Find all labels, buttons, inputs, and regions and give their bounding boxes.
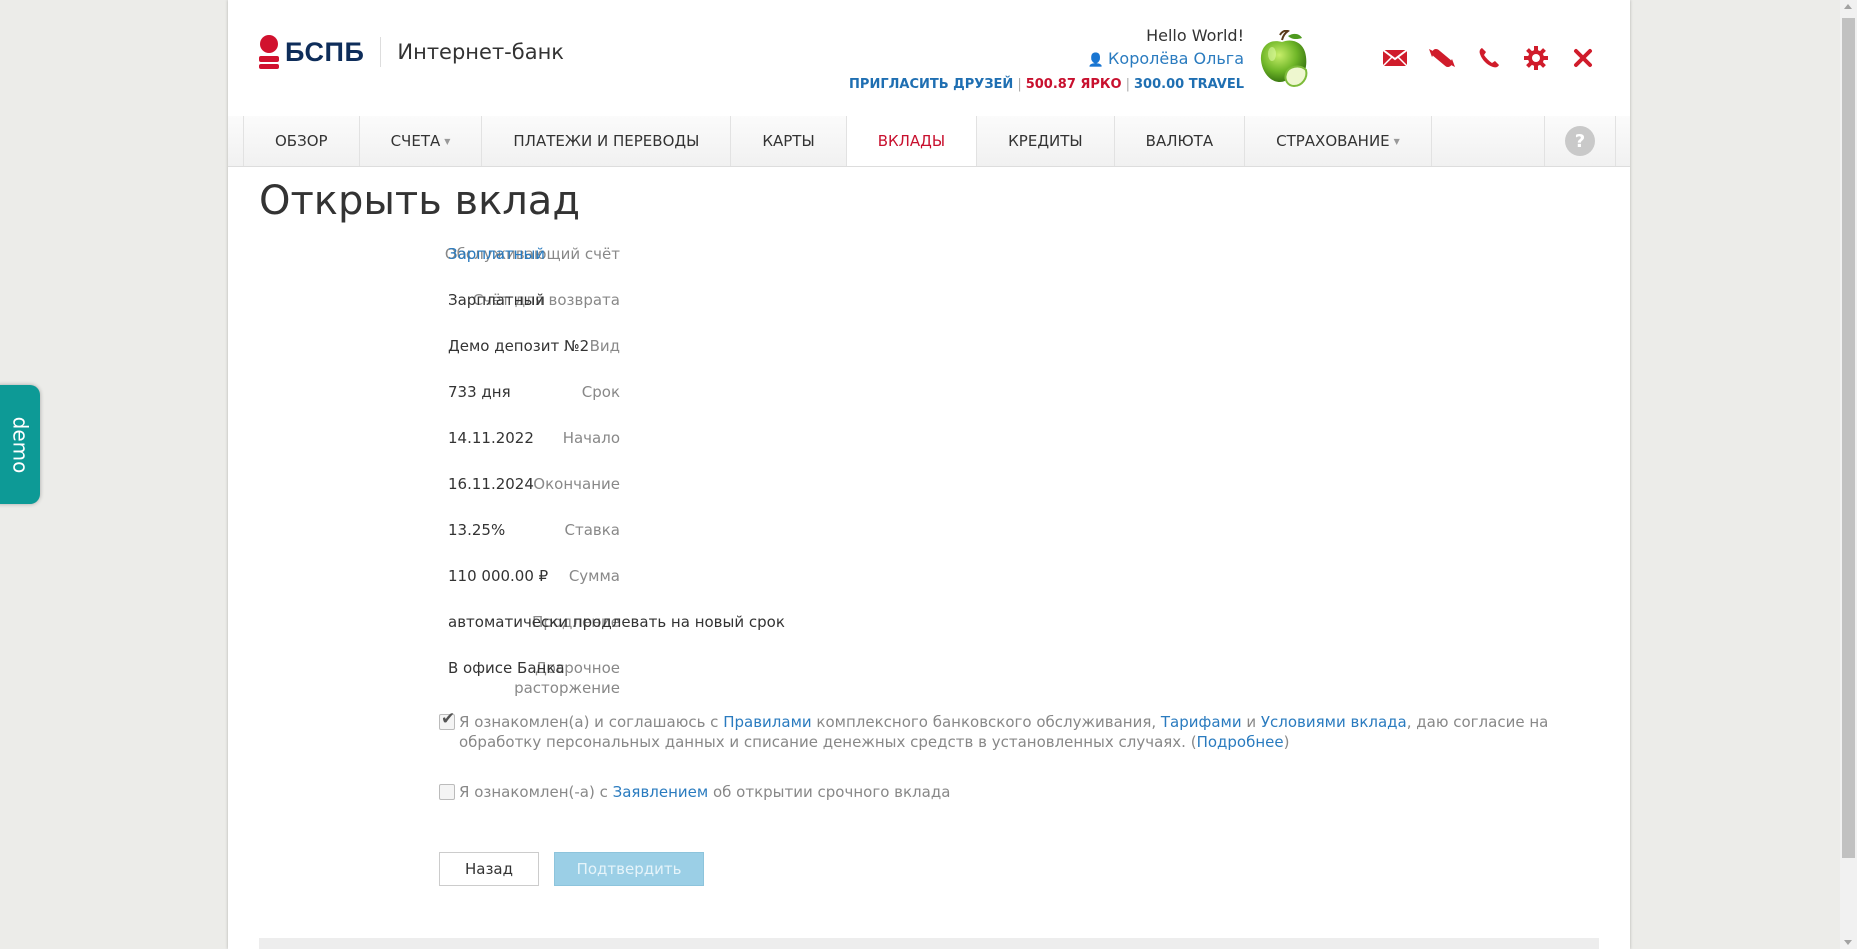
nav-item-credits[interactable]: КРЕДИТЫ (976, 116, 1114, 166)
divider: | (1017, 77, 1022, 92)
tariffs-link[interactable]: Тарифами (1161, 713, 1242, 731)
scroll-up-icon[interactable] (1844, 4, 1852, 9)
back-button[interactable]: Назад (439, 852, 539, 886)
rules-link[interactable]: Правилами (723, 713, 811, 731)
logo-subtitle: Интернет-банк (397, 40, 564, 64)
demo-tab-label: demo (8, 416, 32, 473)
nav-item-deposits[interactable]: ВКЛАДЫ (845, 116, 977, 166)
user-name: Королёва Ольга (1108, 49, 1244, 68)
demo-tab[interactable]: demo (0, 385, 40, 504)
phone-icon[interactable] (1474, 43, 1504, 73)
nav-item-cards[interactable]: КАРТЫ (730, 116, 845, 166)
field-value: 110 000.00 ₽ (448, 567, 549, 585)
more-link[interactable]: Подробнее (1197, 733, 1284, 751)
agreement-application-text: Я ознакомлен(-а) с Заявлением об открыти… (459, 783, 951, 801)
agreement-application: Я ознакомлен(-а) с Заявлением об открыти… (439, 782, 1609, 802)
divider: | (1125, 77, 1131, 92)
user-name-link[interactable]: 👤 Королёва Ольга (844, 47, 1244, 73)
logo-mark-icon (259, 34, 279, 70)
candy-icon[interactable] (1427, 43, 1457, 73)
help-icon[interactable]: ? (1565, 126, 1595, 156)
help-container: ? (1544, 116, 1616, 166)
field-value: 13.25% (448, 521, 506, 539)
user-block: Hello World! 👤 Королёва Ольга ПРИГЛАСИТЬ … (844, 25, 1244, 96)
agreement-application-checkbox[interactable] (439, 784, 455, 800)
application-link[interactable]: Заявлением (613, 783, 709, 801)
agreement-rules-text: Я ознакомлен(а) и соглашаюсь с Правилами… (459, 713, 1549, 751)
page-container: БСПБ Интернет-банк Hello World! 👤 Королёв… (228, 0, 1630, 949)
settings-gear-icon[interactable] (1521, 43, 1551, 73)
greeting: Hello World! (1146, 26, 1244, 45)
top-icons (1380, 43, 1598, 73)
nav-item-payments[interactable]: ПЛАТЕЖИ И ПЕРЕВОДЫ (481, 116, 730, 166)
close-icon[interactable] (1568, 43, 1598, 73)
agreement-rules: ✔ Я ознакомлен(а) и соглашаюсь с Правила… (439, 709, 1609, 752)
field-value: Зарплатный (448, 291, 546, 309)
nav-item-overview[interactable]: ОБЗОР (243, 116, 359, 166)
deposit-terms-link[interactable]: Условиями вклада (1261, 713, 1407, 731)
scroll-down-icon[interactable] (1844, 940, 1852, 945)
field-value: автоматически продлевать на новый срок (448, 613, 785, 631)
agreement-rules-checkbox[interactable]: ✔ (439, 709, 455, 730)
yarko-balance-link[interactable]: 500.87 ЯРКО (1026, 77, 1122, 92)
main-nav: ОБЗОР СЧЕТА ▼ ПЛАТЕЖИ И ПЕРЕВОДЫ КАРТЫ ВК… (228, 116, 1630, 167)
nav-item-accounts[interactable]: СЧЕТА ▼ (358, 116, 482, 166)
mail-icon[interactable] (1380, 43, 1410, 73)
scroll-thumb[interactable] (1842, 18, 1855, 858)
logo-text: БСПБ (285, 36, 365, 67)
footer-bar (259, 938, 1599, 949)
bonus-line: ПРИГЛАСИТЬ ДРУЗЕЙ | 500.87 ЯРКО | 300.00 TRA… (844, 74, 1244, 96)
apple-avatar-icon[interactable] (1258, 30, 1310, 88)
nav-item-insurance[interactable]: СТРАХОВАНИЕ ▼ (1244, 116, 1432, 166)
logo-divider (380, 37, 382, 67)
invite-friends-link[interactable]: ПРИГЛАСИТЬ ДРУЗЕЙ (849, 77, 1013, 92)
page-title: Открыть вклад (259, 178, 580, 224)
chevron-down-icon: ▼ (1393, 136, 1400, 146)
scrollbar[interactable] (1840, 0, 1857, 949)
nav-item-currency[interactable]: ВАЛЮТА (1113, 116, 1244, 166)
bank-logo[interactable]: БСПБ Интернет-банк (259, 34, 564, 70)
travel-balance-link[interactable]: 300.00 TRAVEL (1134, 77, 1244, 92)
confirm-button[interactable]: Подтвердить (554, 852, 704, 886)
field-value: 14.11.2022 (448, 429, 534, 447)
field-value: 16.11.2024 (448, 475, 534, 493)
field-value: В офисе Банка (448, 659, 565, 677)
service-account-link[interactable]: Зарплатный (448, 244, 545, 264)
field-value: 733 дня (448, 383, 511, 401)
user-icon: 👤 (1087, 53, 1105, 68)
checkmark-icon: ✔ (441, 709, 456, 729)
field-value: Демо депозит №2 (448, 337, 590, 355)
chevron-down-icon: ▼ (444, 136, 451, 146)
